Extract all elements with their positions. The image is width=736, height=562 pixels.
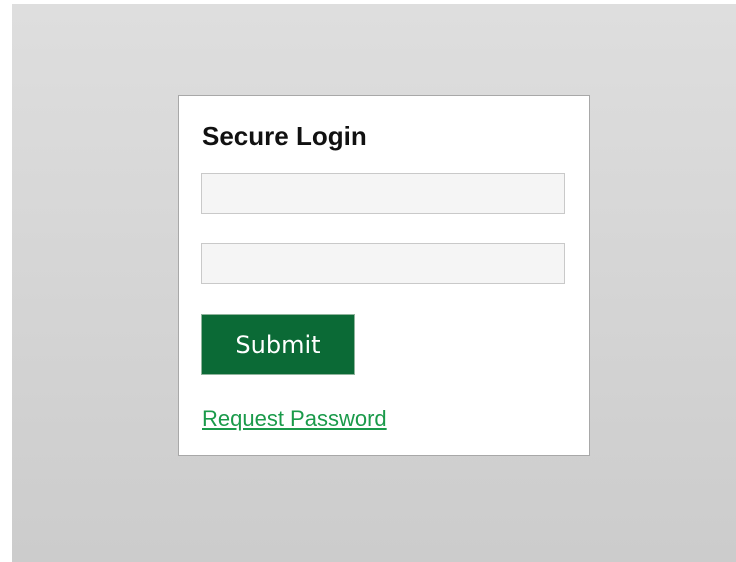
submit-button[interactable]: Submit: [201, 314, 355, 375]
request-password-link[interactable]: Request Password: [202, 406, 387, 432]
page-background: Secure Login Submit Request Password: [12, 4, 736, 562]
login-title: Secure Login: [202, 121, 367, 151]
username-input[interactable]: [201, 173, 565, 214]
password-input[interactable]: [201, 243, 565, 284]
login-card: Secure Login Submit Request Password: [178, 95, 590, 456]
